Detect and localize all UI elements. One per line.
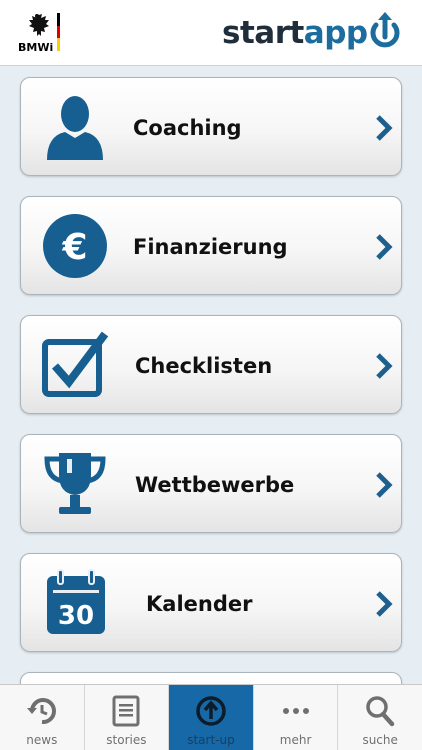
trophy-icon — [44, 453, 106, 514]
menu-item-coaching[interactable]: Coaching — [20, 77, 402, 176]
eagle-icon — [29, 12, 49, 36]
menu-item-label: Wettbewerbe — [135, 473, 295, 497]
chevron-right-icon — [376, 353, 393, 379]
menu-item-label: Kalender — [146, 592, 253, 616]
chevron-right-icon — [376, 234, 393, 260]
tab-start-up[interactable]: start-up — [169, 685, 254, 750]
tab-mehr[interactable]: mehr — [254, 685, 339, 750]
history-icon — [26, 698, 56, 725]
menu-item-label: Checklisten — [135, 354, 273, 378]
menu-item-partial[interactable] — [20, 672, 402, 684]
chevron-right-icon — [376, 591, 393, 617]
more-dots-icon — [282, 708, 309, 714]
tab-label: stories — [106, 733, 147, 747]
bmwi-logo: BMWi — [18, 10, 62, 54]
brand-part-start: start — [222, 15, 304, 51]
tab-label: suche — [362, 733, 398, 747]
search-icon — [366, 696, 395, 727]
tab-stories[interactable]: stories — [85, 685, 170, 750]
person-icon — [47, 96, 103, 160]
tab-label: news — [26, 733, 58, 747]
tab-label: mehr — [279, 733, 312, 747]
flag-stripe — [57, 13, 60, 51]
app-brand: startapp — [222, 13, 368, 53]
menu-item-kalender[interactable]: 30 Kalender — [20, 553, 402, 652]
tab-suche[interactable]: suche — [338, 685, 422, 750]
menu-item-label: Coaching — [133, 116, 242, 140]
document-icon — [112, 695, 140, 727]
chevron-right-icon — [376, 472, 393, 498]
brand-part-app: app — [303, 15, 368, 51]
euro-icon: € — [43, 214, 107, 278]
app-header: BMWi startapp — [0, 0, 422, 66]
upload-circle-icon — [196, 696, 226, 726]
menu-item-finanzierung[interactable]: € Finanzierung — [20, 196, 402, 295]
svg-text:€: € — [61, 227, 87, 268]
checkbox-icon — [42, 331, 109, 397]
menu-item-wettbewerbe[interactable]: Wettbewerbe — [20, 434, 402, 533]
tab-label: start-up — [187, 733, 235, 747]
ministry-label: BMWi — [18, 41, 54, 54]
menu-item-label: Finanzierung — [133, 235, 288, 259]
power-icon[interactable] — [367, 9, 403, 51]
calendar-day-text: 30 — [58, 601, 94, 631]
tab-news[interactable]: news — [0, 685, 85, 750]
chevron-right-icon — [376, 115, 393, 141]
menu-item-checklisten[interactable]: Checklisten — [20, 315, 402, 414]
startup-menu: Coaching € Finanzierung Checklisten Wett… — [0, 66, 422, 684]
tab-bar: news stories start-up mehr suche — [0, 684, 422, 750]
calendar-icon: 30 — [47, 569, 105, 634]
